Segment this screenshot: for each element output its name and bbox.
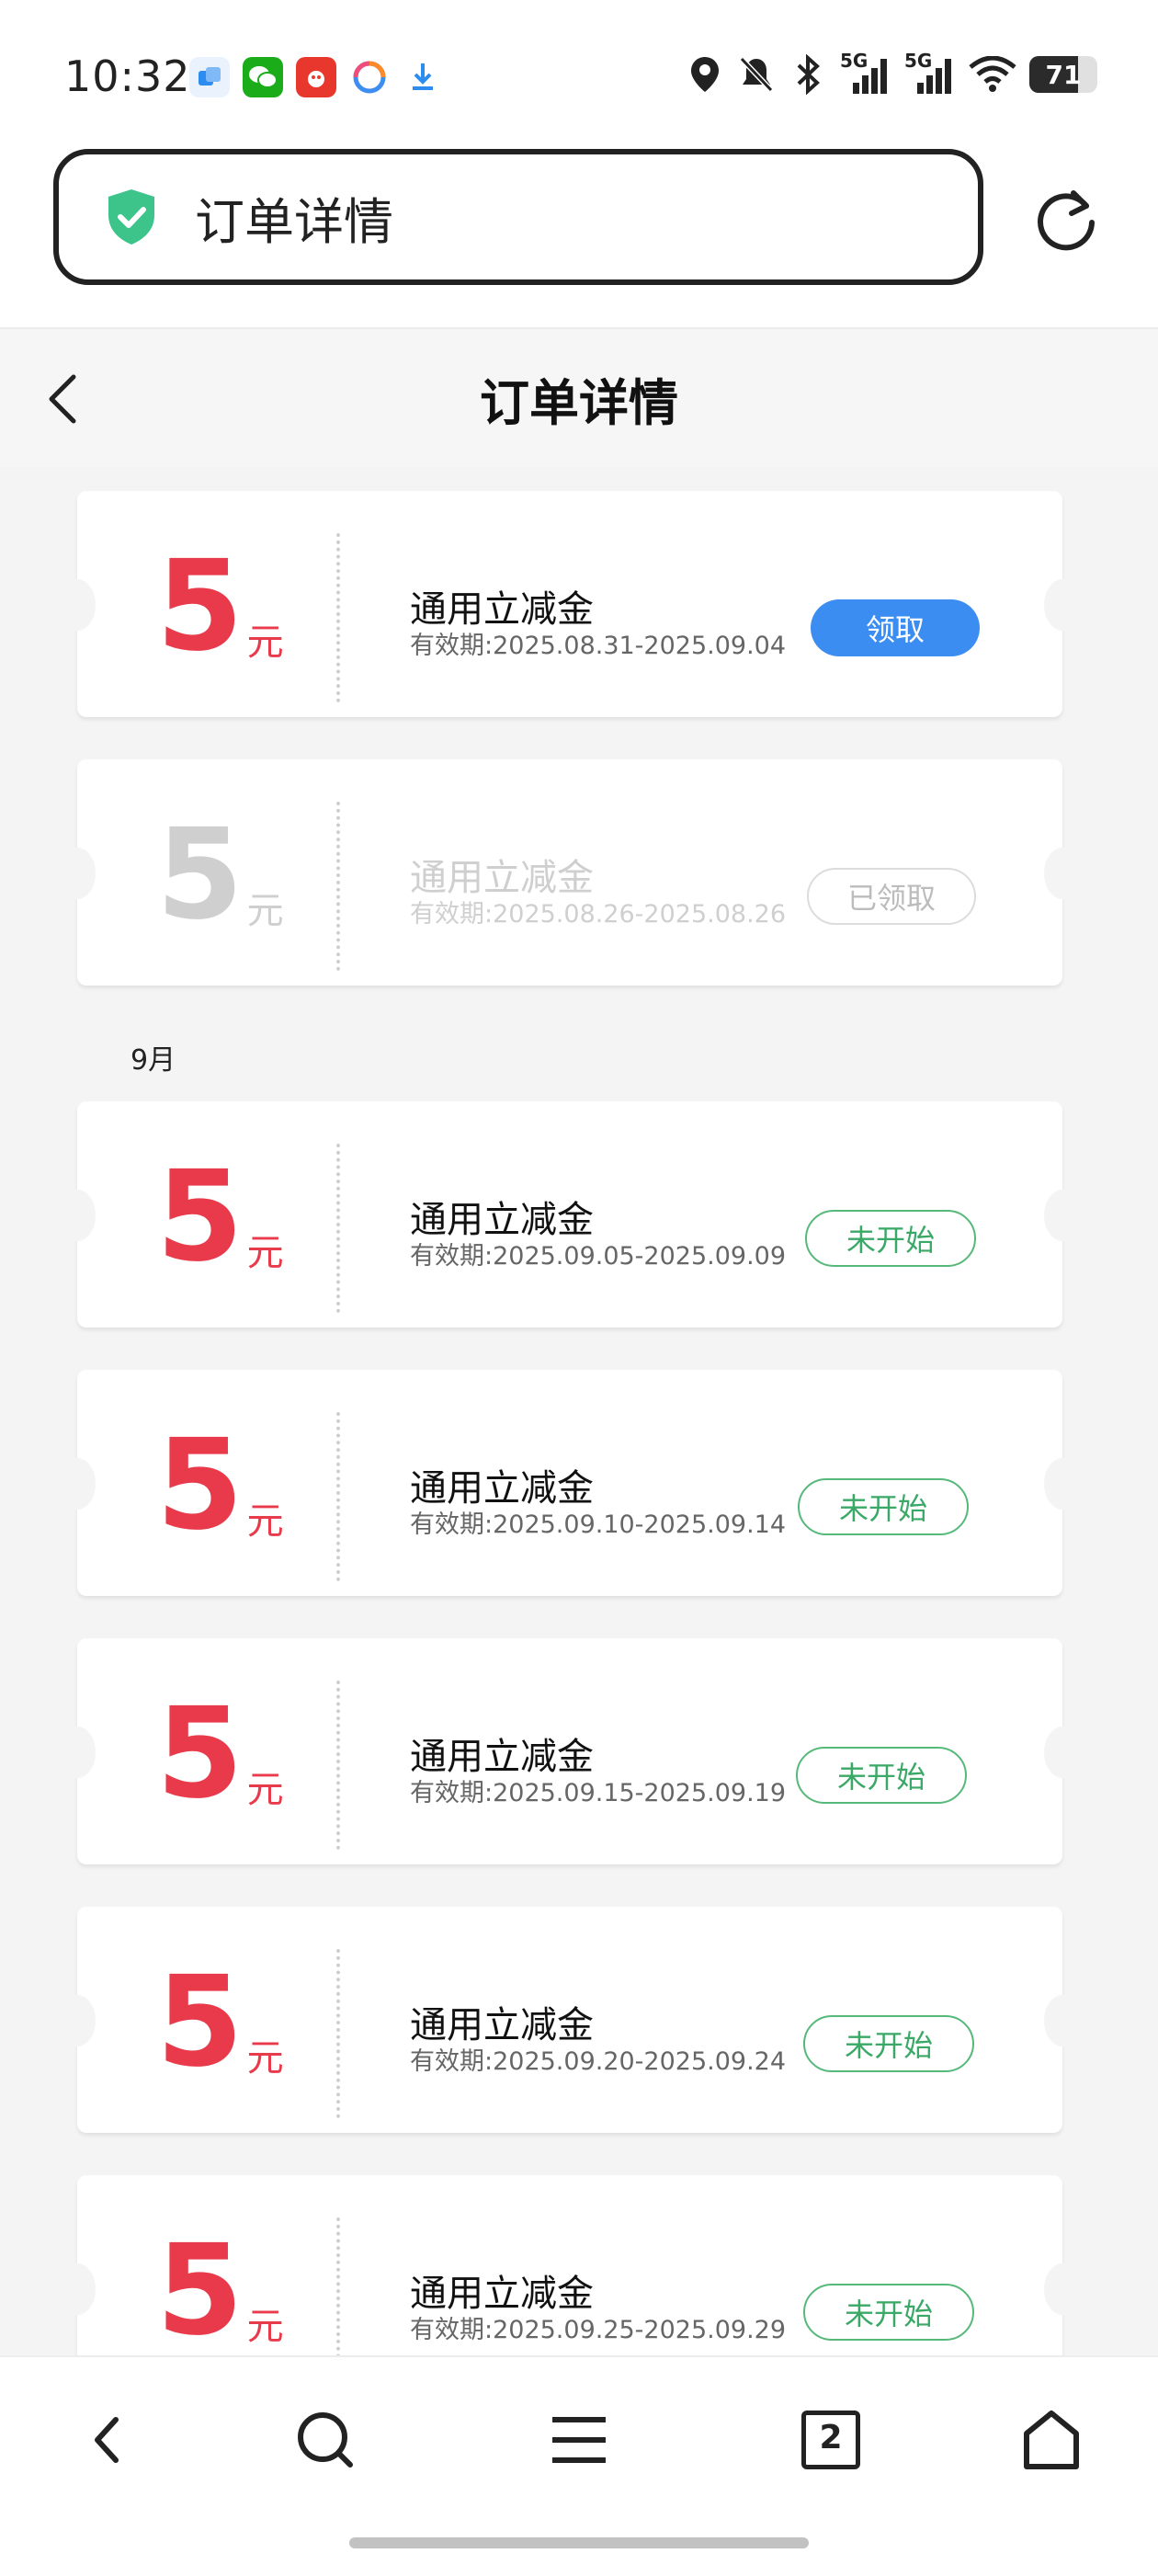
coupon-validity: 有效期:2025.09.25-2025.09.29 — [410, 2316, 787, 2344]
claimed-button[interactable]: 已领取 — [807, 868, 976, 925]
bluetooth-icon — [789, 53, 827, 96]
signal-5g-icon-1: 5G — [840, 50, 891, 96]
coupon-amount-unit: 元 — [246, 1769, 284, 1811]
wifi-icon — [969, 53, 1016, 96]
status-time: 10:32 — [64, 51, 191, 101]
mute-bell-icon — [737, 53, 776, 96]
download-icon — [403, 57, 443, 97]
coupon-amount-unit: 元 — [246, 621, 284, 664]
coupon-card: 5 元 通用立减金 有效期:2025.08.31-2025.09.04 领取 — [59, 491, 1081, 717]
coupon-notch — [59, 1995, 96, 2046]
coupon-amount: 5 元 — [156, 1413, 284, 1558]
home-icon[interactable] — [1015, 2403, 1088, 2477]
coupon-notch — [1044, 1727, 1081, 1778]
search-icon[interactable] — [289, 2403, 362, 2477]
page-title: 订单详情 — [480, 374, 678, 432]
coupon-amount-unit: 元 — [246, 1500, 284, 1543]
coupon-notch — [59, 1458, 96, 1510]
status-indicators: 5G 5G 71 — [686, 50, 1097, 96]
coupon-notch — [59, 1190, 96, 1241]
coupon-validity: 有效期:2025.09.05-2025.09.09 — [410, 1242, 787, 1271]
coupon-notch — [59, 2263, 96, 2315]
coupon-notch — [1044, 1995, 1081, 2046]
coupon-amount-value: 5 — [156, 1950, 244, 2095]
coupon-amount-value: 5 — [156, 534, 244, 679]
signal-5g-icon-2: 5G — [904, 50, 956, 96]
coupon-card: 5 元 通用立减金 有效期:2025.08.26-2025.08.26 已领取 — [59, 759, 1081, 986]
month-label: 9月 — [131, 1044, 176, 1077]
shopping-app-icon — [296, 57, 336, 97]
home-indicator[interactable] — [349, 2537, 809, 2548]
back-arrow-icon[interactable] — [72, 2403, 145, 2477]
coupon-amount-value: 5 — [156, 2218, 244, 2364]
coupon-divider — [336, 802, 340, 971]
location-icon — [686, 53, 724, 96]
wechat-icon — [243, 57, 283, 97]
tabs-icon[interactable]: 2 — [794, 2403, 868, 2477]
coupon-card: 5 元 通用立减金 有效期:2025.09.20-2025.09.24 未开始 — [59, 1907, 1081, 2133]
coupon-divider — [336, 1681, 340, 1850]
coupon-divider — [336, 533, 340, 702]
coupon-validity: 有效期:2025.08.31-2025.09.04 — [410, 632, 787, 660]
not-started-button[interactable]: 未开始 — [796, 1747, 967, 1804]
address-text: 订单详情 — [195, 192, 393, 251]
coupon-amount: 5 元 — [156, 1681, 284, 1827]
tab-count: 2 — [819, 2419, 843, 2456]
coupon-amount-unit: 元 — [246, 1232, 284, 1274]
coupon-amount-unit: 元 — [246, 2037, 284, 2080]
coupon-notch — [1044, 2263, 1081, 2315]
status-bar: 10:32 5G 5G 71 — [0, 0, 1158, 147]
coupon-notch — [59, 1727, 96, 1778]
coupon-amount-unit: 元 — [246, 2306, 284, 2348]
coupon-notch — [1044, 1190, 1081, 1241]
coupon-amount: 5 元 — [156, 803, 284, 948]
coupon-notch — [1044, 1458, 1081, 1510]
coupon-amount-unit: 元 — [246, 890, 284, 932]
colorful-app-icon — [349, 57, 390, 97]
app-notification-icon — [189, 57, 230, 97]
menu-icon[interactable] — [542, 2403, 616, 2477]
coupon-notch — [1044, 848, 1081, 899]
coupon-validity: 有效期:2025.09.10-2025.09.14 — [410, 1510, 787, 1539]
coupon-notch — [59, 579, 96, 631]
coupon-validity: 有效期:2025.08.26-2025.08.26 — [410, 900, 787, 929]
coupon-amount-value: 5 — [156, 1681, 244, 1827]
not-started-button[interactable]: 未开始 — [803, 2015, 974, 2072]
coupon-amount: 5 元 — [156, 534, 284, 679]
coupon-amount-value: 5 — [156, 1413, 244, 1558]
coupon-card: 5 元 通用立减金 有效期:2025.09.05-2025.09.09 未开始 — [59, 1101, 1081, 1328]
coupon-validity: 有效期:2025.09.20-2025.09.24 — [410, 2047, 787, 2076]
reload-icon[interactable] — [1029, 186, 1103, 259]
coupon-card: 5 元 通用立减金 有效期:2025.09.15-2025.09.19 未开始 — [59, 1638, 1081, 1864]
coupon-amount-value: 5 — [156, 1145, 244, 1290]
page-header: 订单详情 — [0, 329, 1158, 467]
battery-indicator: 71 — [1029, 56, 1097, 93]
tabs-counter-box: 2 — [801, 2411, 860, 2469]
coupon-divider — [336, 1412, 340, 1581]
network-label-1: 5G — [840, 50, 868, 72]
notification-icons — [189, 57, 443, 97]
browser-address-area: 订单详情 — [0, 147, 1158, 329]
network-label-2: 5G — [904, 50, 933, 72]
coupon-divider — [336, 1949, 340, 2118]
coupon-amount: 5 元 — [156, 1950, 284, 2095]
coupon-notch — [1044, 579, 1081, 631]
coupon-divider — [336, 1144, 340, 1313]
battery-level: 71 — [1045, 59, 1082, 90]
not-started-button[interactable]: 未开始 — [798, 1478, 969, 1535]
claim-button[interactable]: 领取 — [811, 599, 980, 656]
shield-check-icon — [108, 189, 154, 245]
coupon-amount-value: 5 — [156, 803, 244, 948]
not-started-button[interactable]: 未开始 — [803, 2284, 974, 2341]
coupon-amount: 5 元 — [156, 1145, 284, 1290]
coupon-validity: 有效期:2025.09.15-2025.09.19 — [410, 1779, 787, 1807]
address-bar[interactable]: 订单详情 — [53, 149, 983, 285]
not-started-button[interactable]: 未开始 — [805, 1210, 976, 1267]
coupon-notch — [59, 848, 96, 899]
coupon-amount: 5 元 — [156, 2218, 284, 2364]
coupon-card: 5 元 通用立减金 有效期:2025.09.10-2025.09.14 未开始 — [59, 1370, 1081, 1596]
